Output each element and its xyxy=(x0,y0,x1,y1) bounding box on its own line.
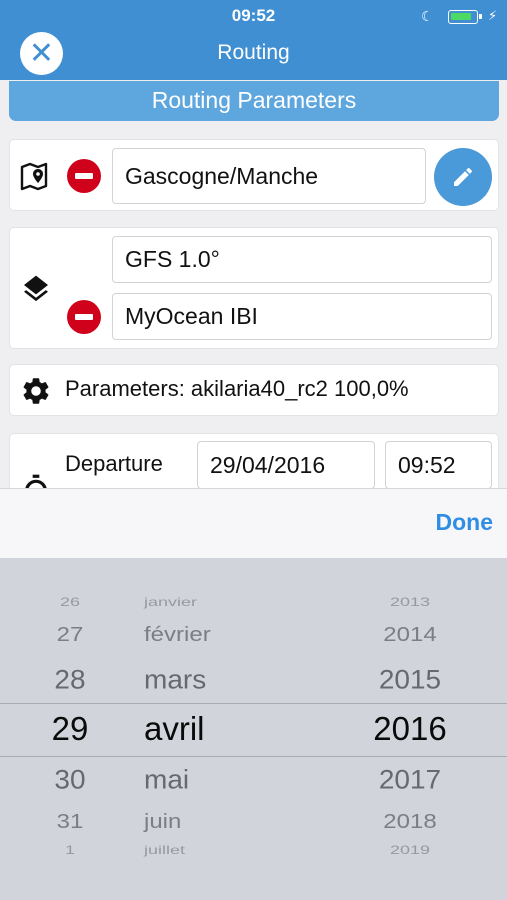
battery-icon xyxy=(448,10,482,24)
page-title: Routing xyxy=(217,41,290,64)
picker-option[interactable]: 2019 xyxy=(355,844,465,858)
charging-icon: ⚡ xyxy=(488,8,498,23)
picker-option[interactable]: 2015 xyxy=(355,665,465,695)
picker-toolbar: Done xyxy=(0,488,507,558)
picker-option[interactable]: 26 xyxy=(40,596,100,610)
month-wheel[interactable]: janvier février mars avril mai juin juillet xyxy=(140,558,320,900)
picker-option[interactable]: 28 xyxy=(40,665,100,695)
remove-zone-button[interactable] xyxy=(67,159,101,193)
pencil-icon xyxy=(454,167,472,186)
picker-option[interactable]: janvier xyxy=(144,596,197,610)
picker-option[interactable]: 2018 xyxy=(355,810,465,834)
model-field[interactable]: MyOcean IBI xyxy=(112,293,492,340)
map-icon xyxy=(20,162,48,191)
layers-icon xyxy=(24,275,48,302)
models-card: GFS 1.0° MyOcean IBI xyxy=(9,227,499,349)
picker-option[interactable]: 2017 xyxy=(355,765,465,795)
departure-label: Departure xyxy=(65,451,163,476)
done-button[interactable]: Done xyxy=(436,509,494,536)
parameters-card[interactable]: Parameters: akilaria40_rc2 100,0% xyxy=(9,364,499,416)
section-header: Routing Parameters xyxy=(9,81,499,121)
picker-option[interactable]: juin xyxy=(144,810,181,834)
picker-option[interactable]: 27 xyxy=(40,623,100,647)
picker-option[interactable]: avril xyxy=(144,710,205,748)
picker-option[interactable]: 29 xyxy=(40,710,100,748)
model-field[interactable]: GFS 1.0° xyxy=(112,236,492,283)
edit-zone-button[interactable] xyxy=(434,148,492,206)
day-wheel[interactable]: 26 27 28 29 30 31 1 xyxy=(40,558,100,900)
departure-time-field[interactable]: 09:52 xyxy=(385,441,492,489)
zone-card: Gascogne/Manche xyxy=(9,139,499,211)
picker-option[interactable]: 2016 xyxy=(355,710,465,748)
do-not-disturb-icon: ☾ xyxy=(421,8,434,24)
remove-model-button[interactable] xyxy=(67,300,101,334)
picker-option[interactable]: 2014 xyxy=(355,623,465,647)
gear-icon xyxy=(23,378,49,404)
picker-option[interactable]: 31 xyxy=(40,810,100,834)
navigation-bar: 09:52 ☾ ⚡ ✕ Routing xyxy=(0,0,507,80)
picker-option[interactable]: février xyxy=(144,623,211,647)
picker-option[interactable]: 1 xyxy=(40,844,100,858)
picker-option[interactable]: juillet xyxy=(144,844,185,858)
picker-option[interactable]: mai xyxy=(144,765,189,795)
picker-option[interactable]: 2013 xyxy=(355,596,465,610)
date-picker: 26 27 28 29 30 31 1 janvier février mars avril mai… xyxy=(0,558,507,900)
picker-option[interactable]: mars xyxy=(144,665,206,695)
zone-field[interactable]: Gascogne/Manche xyxy=(112,148,426,204)
parameters-label: Parameters: akilaria40_rc2 100,0% xyxy=(65,376,409,401)
departure-date-field[interactable]: 29/04/2016 xyxy=(197,441,375,489)
picker-option[interactable]: 30 xyxy=(40,765,100,795)
year-wheel[interactable]: 2013 2014 2015 2016 2017 2018 2019 xyxy=(355,558,465,900)
